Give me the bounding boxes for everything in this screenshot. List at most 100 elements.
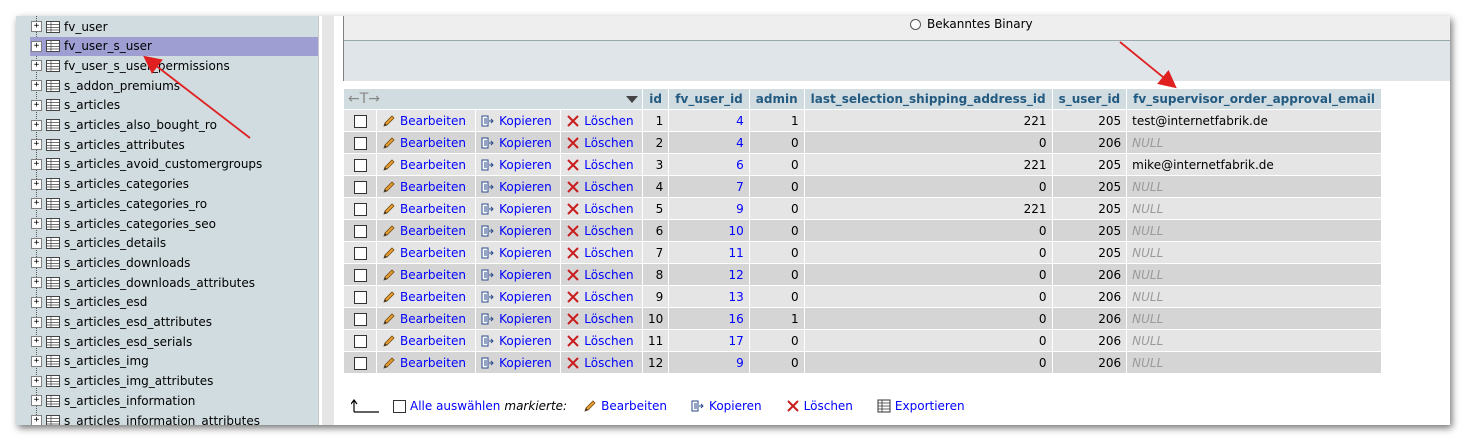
copy-link[interactable]: Kopieren [476, 286, 561, 307]
splitter-handle[interactable] [322, 16, 334, 425]
bulk-copy-button[interactable]: Kopieren [691, 399, 762, 413]
delete-link[interactable]: Löschen [561, 154, 642, 175]
row-checkbox[interactable] [353, 202, 367, 216]
edit-link[interactable]: Bearbeiten [377, 242, 476, 263]
cell-fv-user-id-link[interactable]: 4 [669, 110, 749, 131]
delete-link[interactable]: Löschen [561, 220, 642, 241]
delete-link[interactable]: Löschen [561, 242, 642, 263]
cell-fv-user-id-link[interactable]: 13 [669, 286, 749, 307]
bulk-delete-button[interactable]: Löschen [786, 399, 853, 413]
cell-fv-user-id-link[interactable]: 10 [669, 220, 749, 241]
binary-option[interactable]: Bekanntes Binary [910, 17, 1033, 31]
tree-item[interactable]: + fv_user_s_user [30, 36, 318, 56]
tree-item[interactable]: + fv_user_s_user_permissions [30, 56, 318, 75]
copy-link[interactable]: Kopieren [476, 308, 561, 329]
cell-fv-user-id-link[interactable]: 4 [669, 132, 749, 153]
edit-link[interactable]: Bearbeiten [377, 330, 476, 351]
expand-icon[interactable]: + [31, 415, 42, 425]
tree-item[interactable]: + s_articles_esd_attributes [30, 313, 318, 332]
tree-item[interactable]: + s_articles_also_bought_ro [30, 116, 318, 135]
delete-link[interactable]: Löschen [561, 286, 642, 307]
copy-link[interactable]: Kopieren [476, 330, 561, 351]
row-checkbox[interactable] [353, 268, 367, 282]
copy-link[interactable]: Kopieren [476, 264, 561, 285]
delete-link[interactable]: Löschen [561, 352, 642, 373]
tree-item[interactable]: + s_articles_esd [30, 293, 318, 312]
row-checkbox[interactable] [353, 290, 367, 304]
edit-link[interactable]: Bearbeiten [377, 198, 476, 219]
radio-button[interactable] [910, 18, 921, 30]
copy-link[interactable]: Kopieren [476, 198, 561, 219]
row-checkbox[interactable] [353, 158, 367, 172]
edit-link[interactable]: Bearbeiten [377, 352, 476, 373]
cell-fv-user-id-link[interactable]: 7 [669, 176, 749, 197]
row-checkbox[interactable] [353, 114, 367, 128]
expand-icon[interactable]: + [31, 237, 42, 249]
expand-icon[interactable]: + [31, 178, 42, 190]
tree-item[interactable]: + s_articles_downloads_attributes [30, 273, 318, 292]
column-header-s-user-id[interactable]: s_user_id [1052, 89, 1127, 109]
bulk-edit-button[interactable]: Bearbeiten [583, 399, 667, 413]
cell-fv-user-id-link[interactable]: 6 [669, 154, 749, 175]
row-checkbox[interactable] [353, 312, 367, 326]
copy-link[interactable]: Kopieren [476, 220, 561, 241]
bulk-export-button[interactable]: Exportieren [877, 399, 965, 413]
edit-link[interactable]: Bearbeiten [377, 220, 476, 241]
expand-icon[interactable]: + [31, 158, 42, 170]
tree-item[interactable]: + s_articles_avoid_customergroups [30, 155, 318, 174]
row-checkbox[interactable] [353, 180, 367, 194]
delete-link[interactable]: Löschen [561, 198, 642, 219]
edit-link[interactable]: Bearbeiten [377, 264, 476, 285]
expand-icon[interactable]: + [31, 40, 42, 52]
cell-fv-user-id-link[interactable]: 17 [669, 330, 749, 351]
column-header-admin[interactable]: admin [749, 89, 804, 109]
expand-icon[interactable]: + [31, 395, 42, 407]
pane-splitter[interactable] [318, 16, 337, 425]
expand-icon[interactable]: + [31, 99, 42, 111]
tree-item[interactable]: + s_addon_premiums [30, 76, 318, 95]
row-checkbox[interactable] [353, 334, 367, 348]
tree-item[interactable]: + s_articles_categories [30, 175, 318, 194]
delete-link[interactable]: Löschen [561, 176, 642, 197]
expand-icon[interactable]: + [31, 277, 42, 289]
column-header-id[interactable]: id [643, 89, 669, 109]
cell-fv-user-id-link[interactable]: 16 [669, 308, 749, 329]
expand-icon[interactable]: + [31, 257, 42, 269]
sort-dropdown-icon[interactable] [626, 95, 638, 103]
tree-item[interactable]: + s_articles_esd_serials [30, 332, 318, 351]
edit-link[interactable]: Bearbeiten [377, 132, 476, 153]
row-checkbox[interactable] [353, 246, 367, 260]
expand-icon[interactable]: + [31, 21, 42, 32]
delete-link[interactable]: Löschen [561, 330, 642, 351]
cell-fv-user-id-link[interactable]: 11 [669, 242, 749, 263]
expand-icon[interactable]: + [31, 316, 42, 328]
select-all-checkbox[interactable] [393, 399, 406, 413]
tree-item[interactable]: + s_articles_img [30, 352, 318, 371]
tree-item[interactable]: + fv_user [30, 17, 318, 36]
column-header-last-selection-shipping-address-id[interactable]: last_selection_shipping_address_id [804, 89, 1052, 109]
tree-item[interactable]: + s_articles_information_attributes [30, 411, 318, 425]
expand-icon[interactable]: + [31, 336, 42, 348]
row-checkbox[interactable] [353, 224, 367, 238]
copy-link[interactable]: Kopieren [476, 154, 561, 175]
tree-item[interactable]: + s_articles_downloads [30, 253, 318, 272]
copy-link[interactable]: Kopieren [476, 352, 561, 373]
delete-link[interactable]: Löschen [561, 132, 642, 153]
tree-item[interactable]: + s_articles_attributes [30, 135, 318, 154]
delete-link[interactable]: Löschen [561, 110, 642, 131]
delete-link[interactable]: Löschen [561, 308, 642, 329]
column-header-fv-user-id[interactable]: fv_user_id [669, 89, 749, 109]
tree-item[interactable]: + s_articles_categories_seo [30, 214, 318, 233]
delete-link[interactable]: Löschen [561, 264, 642, 285]
edit-link[interactable]: Bearbeiten [377, 286, 476, 307]
row-checkbox[interactable] [353, 356, 367, 370]
select-all-link[interactable]: Alle auswählen [410, 399, 500, 413]
expand-icon[interactable]: + [31, 80, 42, 92]
edit-link[interactable]: Bearbeiten [377, 308, 476, 329]
copy-link[interactable]: Kopieren [476, 242, 561, 263]
tree-item[interactable]: + s_articles_details [30, 234, 318, 253]
column-header-supervisor-email[interactable]: fv_supervisor_order_approval_email [1127, 89, 1382, 109]
tree-item[interactable]: + s_articles_img_attributes [30, 372, 318, 391]
expand-icon[interactable]: + [31, 296, 42, 308]
copy-link[interactable]: Kopieren [476, 176, 561, 197]
